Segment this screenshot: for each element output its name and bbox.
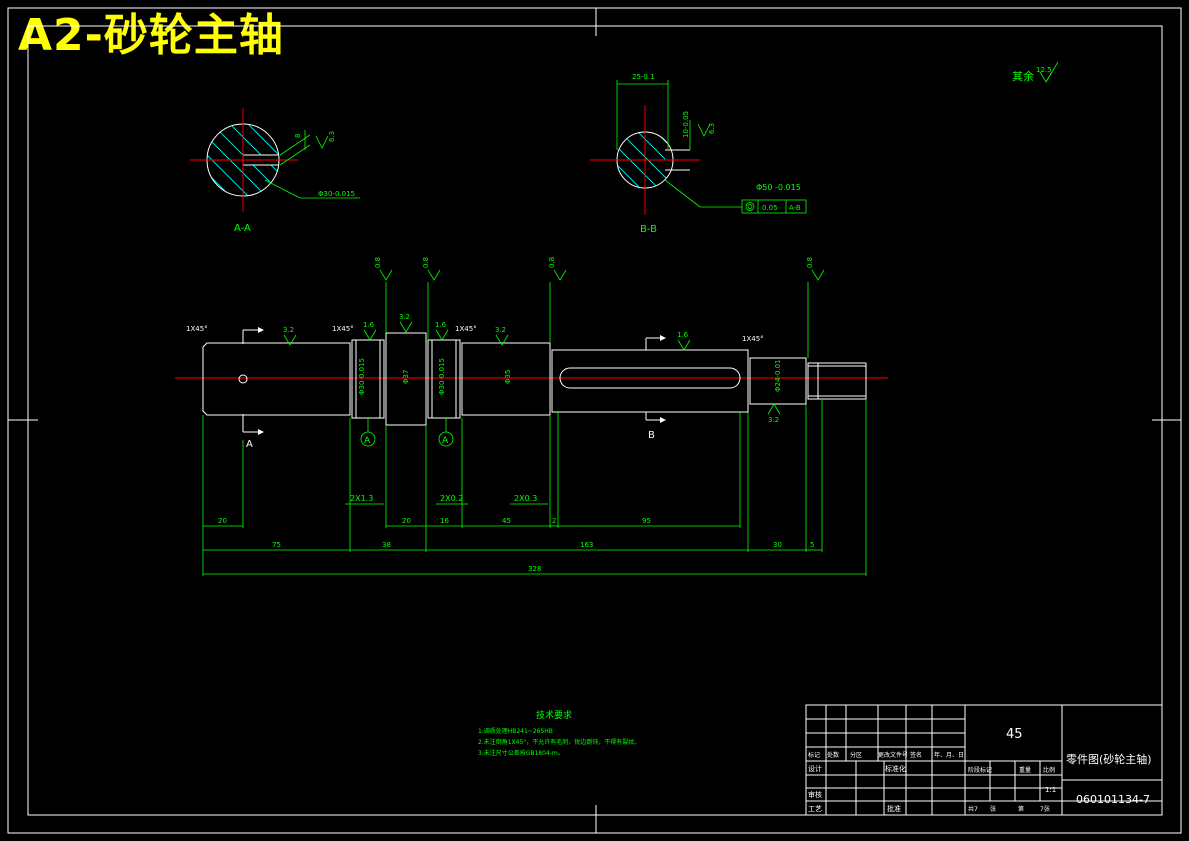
stage-label: 比例 — [1043, 766, 1055, 774]
tech-req-item: 2.未注倒角1X45°，不允许有毛刺，锐边倒钝，不得有裂纹。 — [478, 738, 640, 746]
dimension-value: 163 — [580, 541, 593, 549]
header-label: 签名 — [910, 751, 922, 759]
diameter-dim: Φ35 — [504, 370, 512, 384]
diameter-dim: Φ30-0.015 — [358, 358, 366, 395]
roughness-other-note: 其余 12.5 — [1012, 61, 1059, 83]
tolerance-value: 0.05 — [762, 204, 778, 212]
datum-tag: A — [442, 436, 449, 446]
row-label: 设计 — [808, 764, 822, 773]
header-label: 分区 — [850, 751, 862, 759]
chamfer-label: 1X45° — [742, 335, 764, 343]
dimension-value: 45 — [502, 517, 511, 525]
tech-req-item: 1.调质处理HB241~265HB — [478, 727, 553, 735]
scale-value: 1:1 — [1045, 786, 1056, 794]
diameter-dim: Φ50 -0.015 — [756, 183, 801, 192]
header-label: 更改文件号 — [878, 751, 908, 759]
material-value: 45 — [1006, 727, 1023, 742]
tolerance-datum: A-B — [789, 204, 801, 212]
title-block: 45 零件图(砂轮主轴) 060101134-7 1:1 标记 处数 分区 更改… — [805, 704, 1163, 816]
drawing-number: 060101134-7 — [1076, 793, 1150, 806]
roughness-value: 6.3 — [328, 131, 336, 142]
roughness-value: 3.2 — [768, 416, 779, 424]
sheet-border — [7, 7, 1182, 834]
roughness-value: 3.2 — [283, 326, 294, 334]
datum-tag: A — [364, 436, 371, 446]
stage-label: 重量 — [1019, 766, 1031, 774]
stage-label: 阶段标记 — [968, 766, 992, 774]
diameter-dim: Φ30-0.015 — [318, 190, 355, 198]
sheet-count: 共7 — [968, 805, 978, 813]
roughness-value: 6.3 — [708, 123, 716, 134]
chamfer-label: 1X45° — [332, 325, 354, 333]
datum-tags: A A — [360, 418, 454, 447]
section-marker-b: B — [648, 430, 655, 441]
sheet-number: 7张 — [1040, 805, 1050, 813]
sheet-ordinal: 第 — [1018, 805, 1024, 813]
roughness-value: 1.6 — [435, 321, 447, 329]
roughness-other-value: 12.5 — [1036, 66, 1052, 74]
keyway-depth-dim: 10-0.05 — [682, 111, 690, 138]
groove-dim: 2X0.3 — [514, 494, 537, 503]
diameter-dim: Φ30-0.015 — [438, 358, 446, 395]
header-label: 标记 — [808, 751, 820, 759]
roughness-other-label: 其余 — [1012, 69, 1034, 83]
roughness-value: 1.6 — [363, 321, 375, 329]
groove-dim: 2X0.2 — [440, 494, 463, 503]
dimension-value: 75 — [272, 541, 281, 549]
cad-drawing-canvas: 8 6.3 Φ30-0.015 A-A 25-0.1 10-0.05 6.3 Φ… — [7, 7, 1182, 834]
sheet-unit: 张 — [990, 805, 996, 813]
header-label: 年、月、日 — [934, 751, 964, 759]
chamfer-label: 1X45° — [455, 325, 477, 333]
roughness-value: 0.8 — [548, 257, 556, 268]
roughness-value: 0.8 — [422, 257, 430, 268]
drawing-name: 零件图(砂轮主轴) — [1066, 752, 1152, 766]
roughness-value: 0.8 — [374, 257, 382, 268]
header-label: 处数 — [827, 751, 839, 759]
diameter-dim: Φ24-0.01 — [774, 359, 782, 392]
technical-requirements: 技术要求 1.调质处理HB241~265HB 2.未注倒角1X45°，不允许有毛… — [478, 709, 640, 757]
dimension-value: 30 — [773, 541, 782, 549]
row-label: 标准化 — [885, 764, 906, 773]
drawing-frame — [27, 25, 1163, 816]
section-view-a-a: 8 6.3 Φ30-0.015 A-A — [190, 108, 360, 234]
row-label: 审核 — [808, 790, 822, 799]
dimension-value: 95 — [642, 517, 651, 525]
diameter-dim: Φ37 — [402, 370, 410, 384]
dimension-value: 38 — [382, 541, 391, 549]
section-a-label: A-A — [234, 223, 251, 234]
roughness-value: 1.6 — [677, 331, 689, 339]
dimension-value: 16 — [440, 517, 449, 525]
dimension-value: 5 — [810, 541, 814, 549]
roughness-value: 0.8 — [806, 257, 814, 268]
section-view-b-b: 25-0.1 10-0.05 6.3 Φ50 -0.015 0.05 A-B B… — [590, 73, 807, 235]
keyway-depth-dim: 8 — [294, 134, 302, 138]
dimension-value: 20 — [218, 517, 227, 525]
roughness-value: 3.2 — [399, 313, 410, 321]
row-label: 批准 — [887, 804, 901, 813]
tech-req-item: 3.未注尺寸公差按GB1804-m。 — [478, 749, 564, 757]
tech-req-title: 技术要求 — [536, 709, 572, 721]
roughness-value: 3.2 — [495, 326, 506, 334]
overall-length-dim: 328 — [528, 565, 541, 573]
chamfer-label: 1X45° — [186, 325, 208, 333]
dimension-value: 20 — [402, 517, 411, 525]
dimension-value: 2 — [552, 517, 556, 525]
groove-dim: 2X1.3 — [350, 494, 373, 503]
section-marker-a: A — [246, 439, 253, 450]
centering-marks — [8, 8, 1181, 833]
section-b-label: B-B — [640, 224, 657, 235]
keyway-width-dim: 25-0.1 — [632, 73, 655, 81]
shaft-main-view: A B 1X45° 1X45° 1X45° 1X45° 3.2 1.6 3.2 … — [175, 257, 888, 576]
row-label: 工艺 — [808, 805, 822, 813]
